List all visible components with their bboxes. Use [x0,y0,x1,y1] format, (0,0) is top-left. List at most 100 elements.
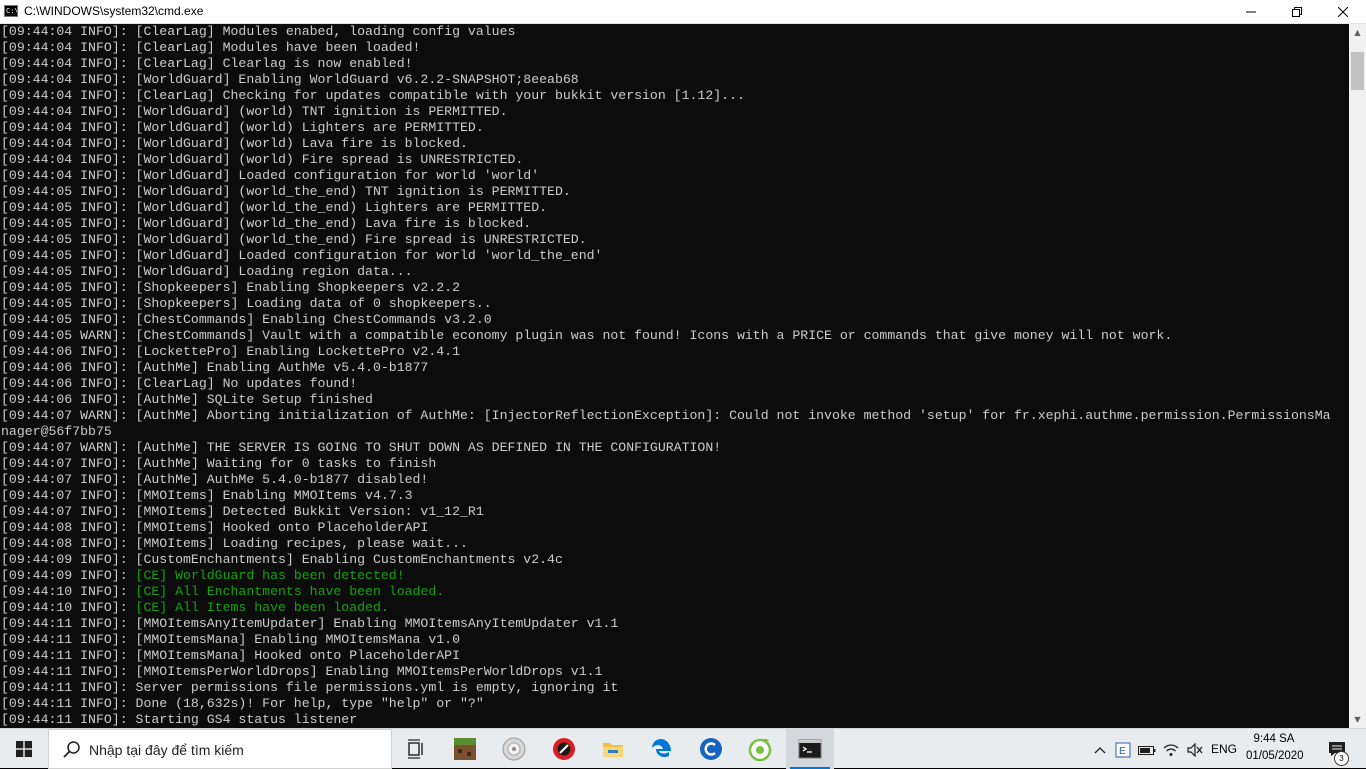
console-line: [09:44:05 INFO]: [Shopkeepers] Enabling … [0,280,1349,296]
scroll-up-icon[interactable]: ▲ [1349,24,1366,41]
console-line-text: [09:44:06 INFO]: [AuthMe] SQLite Setup f… [1,392,373,407]
restore-icon [1292,6,1302,17]
media-player-icon [502,737,526,761]
taskbar-ccleaner[interactable] [687,729,735,769]
console-line: [09:44:07 INFO]: [MMOItems] Enabling MMO… [0,488,1349,504]
console-line: [09:44:05 INFO]: [WorldGuard] Loading re… [0,264,1349,280]
taskbar-media-player[interactable] [490,729,538,769]
cmd-window-icon-text: C:\ [6,7,18,15]
console-line-text: [09:44:04 INFO]: [ClearLag] Checking for… [1,88,745,103]
console-line: [09:44:04 INFO]: [ClearLag] Clearlag is … [0,56,1349,72]
console-line: [09:44:04 INFO]: [WorldGuard] (world) Li… [0,120,1349,136]
close-button[interactable] [1320,0,1366,23]
console-line-text: [09:44:04 INFO]: [WorldGuard] (world) Fi… [1,152,524,167]
clock[interactable]: 9:44 SA 01/05/2020 [1246,731,1304,765]
console-line-text: [09:44:10 INFO]: [1,584,136,599]
console-line-text: [09:44:05 INFO]: [WorldGuard] Loading re… [1,264,413,279]
console-line: [09:44:05 INFO]: [WorldGuard] (world_the… [0,232,1349,248]
console-line-text: [09:44:05 INFO]: [WorldGuard] (world_the… [1,200,548,215]
scroll-down-icon[interactable]: ▼ [1349,711,1366,728]
console-line-text: [09:44:05 INFO]: [Shopkeepers] Loading d… [1,296,492,311]
console-line-text: [09:44:04 INFO]: [ClearLag] Modules have… [1,40,421,55]
console-line: [09:44:07 INFO]: [MMOItems] Detected Buk… [0,504,1349,520]
console-line: [09:44:05 INFO]: [WorldGuard] Loaded con… [0,248,1349,264]
network-button[interactable] [1160,729,1182,769]
battery-button[interactable] [1136,729,1158,769]
window-title: C:\WINDOWS\system32\cmd.exe [24,4,204,18]
tray-app-button[interactable]: E [1113,729,1133,769]
console-line-text: [09:44:07 INFO]: [AuthMe] Waiting for 0 … [1,456,437,471]
maximize-button[interactable] [1274,0,1320,23]
volume-button[interactable] [1184,729,1206,769]
console-line: [09:44:11 INFO]: [MMOItemsPerWorldDrops]… [0,664,1349,680]
console-line: [09:44:11 INFO]: Starting GS4 status lis… [0,712,1349,728]
console-line-text: [09:44:05 INFO]: [WorldGuard] (world_the… [1,184,571,199]
file-explorer-icon [603,743,623,757]
close-icon [1337,6,1349,17]
console-line-text: [09:44:04 INFO]: [ClearLag] Clearlag is … [1,56,413,71]
red-app-icon [553,738,575,760]
console-scrollbar[interactable]: ▲ ▼ [1349,24,1366,728]
show-hidden-icons-button[interactable] [1090,729,1110,769]
console-line: [09:44:04 INFO]: [WorldGuard] (world) La… [0,136,1349,152]
console-line-text: [09:44:08 INFO]: [MMOItems] Hooked onto … [1,520,429,535]
window-titlebar[interactable]: C:\ C:\WINDOWS\system32\cmd.exe [0,0,1366,24]
console-line-text: [09:44:04 INFO]: [WorldGuard] Enabling W… [1,72,579,87]
console-line-text: [09:44:06 INFO]: [LockettePro] Enabling … [1,344,460,359]
console-line: [09:44:07 INFO]: [AuthMe] AuthMe 5.4.0-b… [0,472,1349,488]
console-line: [09:44:05 INFO]: [WorldGuard] (world_the… [0,216,1349,232]
ccleaner-icon [700,738,722,760]
console-line: [09:44:09 INFO]: [CE] WorldGuard has bee… [0,568,1349,584]
start-button[interactable] [0,729,48,769]
clock-time: 9:44 SA [1253,733,1295,745]
console-line-text: [09:44:11 INFO]: [MMOItemsMana] Enabling… [1,632,460,647]
console-line-text: [09:44:11 INFO]: Done (18,632s)! For hel… [1,696,484,711]
minimize-button[interactable] [1228,0,1274,23]
console-line-text: [09:44:09 INFO]: [1,568,136,583]
console-line: [09:44:07 WARN]: [AuthMe] Aborting initi… [0,408,1349,424]
console-line: [09:44:11 INFO]: [MMOItemsAnyItemUpdater… [0,616,1349,632]
console-line: [09:44:08 INFO]: [MMOItems] Loading reci… [0,536,1349,552]
console-line-text: nager@56f7bb75 [1,424,112,439]
cmd-window-icon[interactable]: C:\ [4,5,18,17]
language-indicator[interactable]: ENG [1208,729,1240,769]
console-line-text: [09:44:08 INFO]: [MMOItems] Loading reci… [1,536,468,551]
console-line: [09:44:06 INFO]: [AuthMe] Enabling AuthM… [0,360,1349,376]
minecraft-icon [454,738,476,760]
console-line: [09:44:06 INFO]: [AuthMe] SQLite Setup f… [0,392,1349,408]
search-icon [63,741,80,758]
console-line: [09:44:05 INFO]: [Shopkeepers] Loading d… [0,296,1349,312]
clock-date: 01/05/2020 [1246,750,1304,762]
task-view-button[interactable] [392,729,440,769]
taskbar-file-explorer[interactable] [589,729,637,769]
console-line-text: [09:44:11 INFO]: Server permissions file… [1,680,619,695]
console-line-text: [09:44:11 INFO]: [MMOItemsMana] Hooked o… [1,648,460,663]
taskbar-search-box[interactable]: Nhập tại đây để tìm kiếm [48,729,392,769]
notification-count-badge: 3 [1334,751,1349,766]
console-line: [09:44:08 INFO]: [MMOItems] Hooked onto … [0,520,1349,536]
coccoc-icon [748,738,772,761]
console-line-text: [09:44:04 INFO]: [WorldGuard] (world) La… [1,136,468,151]
console-line: [09:44:05 INFO]: [WorldGuard] (world_the… [0,184,1349,200]
taskbar-cmd[interactable] [786,729,834,769]
console-line: [09:44:09 INFO]: [CustomEnchantments] En… [0,552,1349,568]
wifi-icon [1163,744,1179,756]
console-line: [09:44:04 INFO]: [ClearLag] Checking for… [0,88,1349,104]
console-line: [09:44:06 INFO]: [LockettePro] Enabling … [0,344,1349,360]
console-line-text: [09:44:04 INFO]: [WorldGuard] (world) Li… [1,120,484,135]
taskbar-coccoc[interactable] [736,729,784,769]
console-line-text: [09:44:05 INFO]: [WorldGuard] (world_the… [1,232,587,247]
edge-icon [652,739,671,758]
console-line-text: [09:44:04 INFO]: [WorldGuard] (world) TN… [1,104,508,119]
console-output[interactable]: [09:44:04 INFO]: [ClearLag] Modules enab… [0,24,1349,728]
console-line-text: [09:44:05 INFO]: [Shopkeepers] Enabling … [1,280,460,295]
console-line: [09:44:11 INFO]: [MMOItemsMana] Hooked o… [0,648,1349,664]
console-line-text: [09:44:07 INFO]: [MMOItems] Enabling MMO… [1,488,413,503]
taskbar-edge[interactable] [638,729,686,769]
taskbar-minecraft[interactable] [441,729,489,769]
scrollbar-thumb[interactable] [1351,52,1364,90]
console-line-text: [09:44:05 WARN]: [ChestCommands] Vault w… [1,328,1173,343]
console-line: [09:44:04 INFO]: [WorldGuard] Loaded con… [0,168,1349,184]
console-line: [09:44:04 INFO]: [ClearLag] Modules enab… [0,24,1349,40]
taskbar-red-app[interactable] [540,729,588,769]
